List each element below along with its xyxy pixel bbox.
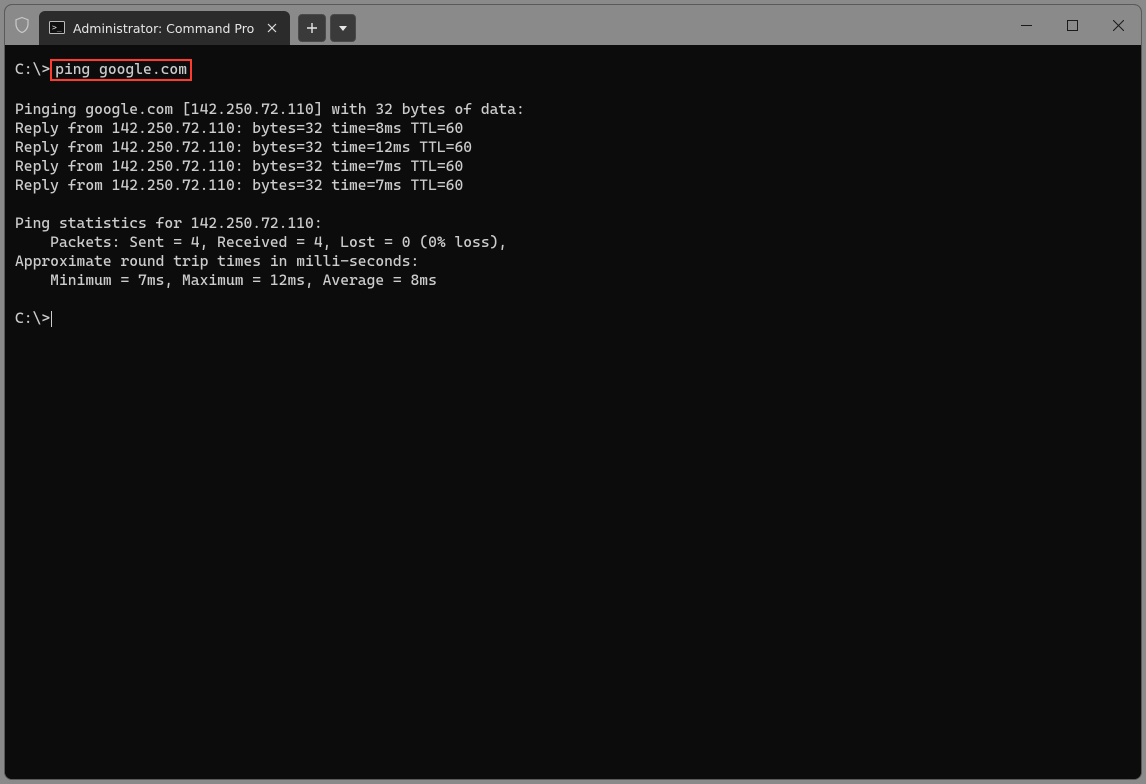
prompt-path-2: C:\> — [15, 309, 50, 327]
cmd-icon: >_ — [49, 20, 65, 36]
text-cursor — [51, 311, 52, 327]
prompt-path: C:\> — [15, 60, 50, 78]
window-controls — [1003, 5, 1141, 45]
highlighted-command: ping google.com — [50, 59, 192, 81]
tab-title: Administrator: Command Pro — [73, 21, 254, 36]
maximize-button[interactable] — [1049, 5, 1095, 45]
titlebar-left: >_ Administrator: Command Pro — [5, 5, 1003, 45]
new-tab-button[interactable] — [298, 14, 326, 42]
titlebar: >_ Administrator: Command Pro — [5, 5, 1141, 45]
tab-close-button[interactable] — [262, 18, 282, 38]
minimize-button[interactable] — [1003, 5, 1049, 45]
tabstrip-buttons — [298, 5, 356, 45]
terminal-window: >_ Administrator: Command Pro — [4, 4, 1142, 780]
tab-active[interactable]: >_ Administrator: Command Pro — [39, 11, 290, 45]
tab-dropdown-button[interactable] — [330, 14, 356, 42]
uac-shield-icon — [5, 5, 39, 45]
terminal-viewport[interactable]: C:\>ping google.com Pinging google.com [… — [5, 45, 1141, 779]
close-button[interactable] — [1095, 5, 1141, 45]
svg-text:>_: >_ — [52, 23, 62, 32]
terminal-output: Pinging google.com [142.250.72.110] with… — [15, 100, 525, 289]
